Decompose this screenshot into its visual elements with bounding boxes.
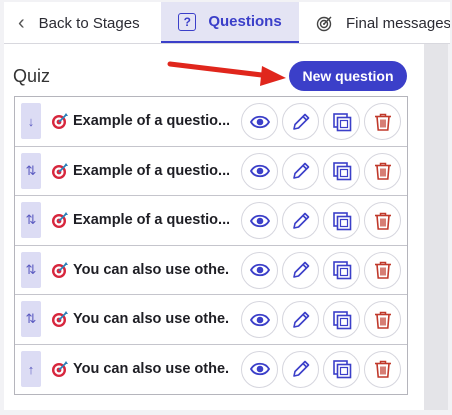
trash-icon: [374, 113, 391, 131]
row-actions: [241, 301, 401, 338]
edit-button[interactable]: [282, 103, 319, 140]
target-icon: [51, 261, 69, 279]
duplicate-icon: [332, 310, 351, 329]
tab-back-to-stages[interactable]: ‹ Back to Stages: [18, 2, 140, 43]
delete-button[interactable]: [364, 202, 401, 239]
section-title: Quiz: [13, 66, 51, 86]
question-row: ⇅ Example of a questio...: [15, 196, 407, 246]
edit-button[interactable]: [282, 301, 319, 338]
delete-button[interactable]: [364, 152, 401, 190]
duplicate-icon: [332, 261, 351, 280]
trash-icon: [374, 162, 391, 180]
tab-questions-label: Questions: [208, 13, 282, 30]
edit-button[interactable]: [282, 350, 319, 388]
target-icon: [51, 211, 69, 229]
question-text: Example of a questio...: [73, 212, 229, 229]
trash-icon: [374, 261, 391, 279]
preview-button[interactable]: [241, 103, 278, 140]
drag-handle[interactable]: ↑: [21, 351, 41, 388]
edit-button[interactable]: [282, 251, 319, 289]
question-icon: ?: [178, 12, 197, 31]
drag-handle[interactable]: ↓: [21, 103, 41, 140]
tab-final-label: Final messages: [346, 14, 450, 32]
drag-handle[interactable]: ⇅: [21, 202, 41, 239]
scrollbar[interactable]: [424, 44, 448, 410]
duplicate-button[interactable]: [323, 152, 360, 190]
question-row: ⇅ Example of a questio...: [15, 147, 407, 196]
eye-icon: [249, 164, 270, 178]
eye-icon: [249, 362, 270, 376]
pencil-icon: [292, 261, 309, 278]
duplicate-button[interactable]: [323, 301, 360, 338]
trash-icon: [374, 212, 391, 230]
delete-button[interactable]: [364, 103, 401, 140]
duplicate-icon: [332, 162, 351, 181]
chevron-left-icon: ‹: [18, 12, 25, 34]
question-text: Example of a questio...: [73, 113, 229, 130]
trash-icon: [374, 311, 391, 329]
target-icon: [51, 112, 69, 130]
preview-button[interactable]: [241, 202, 278, 239]
duplicate-icon: [332, 211, 351, 230]
edit-button[interactable]: [282, 202, 319, 239]
pencil-icon: [292, 113, 309, 130]
target-icon: [51, 360, 69, 378]
drag-handle[interactable]: ⇅: [21, 251, 41, 288]
duplicate-icon: [332, 360, 351, 379]
target-icon: [316, 14, 334, 32]
eye-icon: [249, 214, 270, 227]
pencil-icon: [292, 212, 309, 229]
annotation-arrow-icon: [167, 61, 286, 86]
row-actions: [241, 350, 401, 388]
drag-handle[interactable]: ⇅: [21, 152, 41, 189]
duplicate-button[interactable]: [323, 251, 360, 289]
question-row: ⇅ You can also use othe...: [15, 295, 407, 345]
duplicate-icon: [332, 112, 351, 131]
duplicate-button[interactable]: [323, 350, 360, 388]
edit-button[interactable]: [282, 152, 319, 190]
new-question-button[interactable]: New question: [289, 61, 407, 91]
question-text: Example of a questio...: [73, 162, 229, 179]
tab-questions[interactable]: ? Questions: [161, 2, 299, 43]
pencil-icon: [292, 360, 309, 377]
pencil-icon: [292, 311, 309, 328]
question-text: You can also use othe...: [73, 311, 229, 328]
row-actions: [241, 251, 401, 289]
eye-icon: [249, 313, 270, 326]
row-actions: [241, 103, 401, 140]
preview-button[interactable]: [241, 350, 278, 388]
preview-button[interactable]: [241, 301, 278, 338]
target-icon: [51, 162, 69, 180]
tab-back-label: Back to Stages: [38, 14, 140, 32]
trash-icon: [374, 360, 391, 378]
pencil-icon: [292, 162, 309, 179]
delete-button[interactable]: [364, 251, 401, 289]
row-actions: [241, 202, 401, 239]
duplicate-button[interactable]: [323, 202, 360, 239]
delete-button[interactable]: [364, 350, 401, 388]
question-row: ⇅ You can also use othe...: [15, 246, 407, 295]
row-actions: [241, 152, 401, 190]
tab-final-messages[interactable]: Final messages: [316, 2, 450, 43]
question-row: ↑ You can also use othe...: [15, 345, 407, 395]
tab-bar: ‹ Back to Stages ? Questions Final messa…: [4, 2, 450, 44]
eye-icon: [249, 263, 270, 277]
app-frame: ‹ Back to Stages ? Questions Final messa…: [0, 0, 452, 415]
drag-handle[interactable]: ⇅: [21, 301, 41, 338]
question-list: ↓ Example of a questio... ⇅ Example of a…: [14, 96, 408, 395]
preview-button[interactable]: [241, 251, 278, 289]
question-row: ↓ Example of a questio...: [15, 97, 407, 147]
question-text: You can also use othe...: [73, 361, 229, 378]
duplicate-button[interactable]: [323, 103, 360, 140]
target-icon: [51, 310, 69, 328]
question-text: You can also use othe...: [73, 261, 229, 278]
delete-button[interactable]: [364, 301, 401, 338]
eye-icon: [249, 115, 270, 128]
questions-panel: Quiz New question ↓ Example of a questio…: [4, 44, 424, 410]
preview-button[interactable]: [241, 152, 278, 190]
